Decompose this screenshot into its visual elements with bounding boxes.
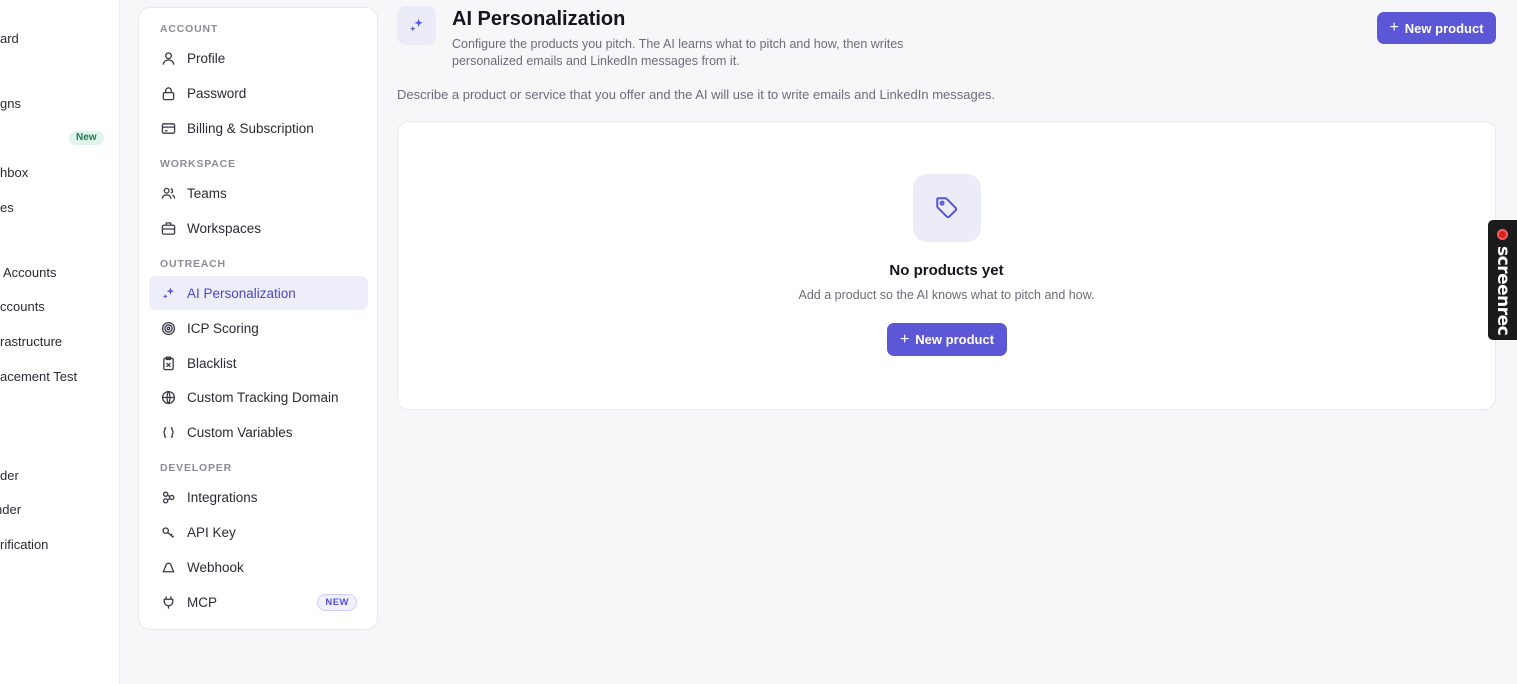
lock-icon — [160, 85, 176, 101]
menu-item-label: Workspaces — [187, 220, 262, 236]
menu-item-mcp[interactable]: MCP NEW — [149, 585, 368, 619]
menu-item-label: Billing & Subscription — [187, 120, 314, 136]
section-label-outreach: OUTREACH — [160, 258, 226, 270]
sparkles-icon — [397, 6, 436, 45]
settings-menu: ACCOUNT Profile Password Billing & Subsc… — [138, 7, 378, 630]
menu-item-icp-scoring[interactable]: ICP Scoring — [149, 311, 368, 345]
sparkles-icon — [160, 285, 176, 301]
menu-item-label: Profile — [187, 50, 226, 66]
menu-item-teams[interactable]: Teams — [149, 176, 368, 210]
webhook-icon — [160, 559, 176, 575]
app-nav-item[interactable]: nder — [0, 502, 119, 520]
app-nav-label: rification — [0, 537, 49, 552]
menu-item-webhook[interactable]: Webhook — [149, 550, 368, 584]
menu-item-label: ICP Scoring — [187, 320, 259, 336]
menu-item-blacklist[interactable]: Blacklist — [149, 346, 368, 380]
globe-icon — [160, 389, 176, 405]
menu-item-label: Teams — [187, 185, 227, 201]
section-label-workspace: WORKSPACE — [160, 158, 236, 170]
page-title: AI Personalization — [452, 8, 626, 30]
page-subtitle: Configure the products you pitch. The AI… — [452, 37, 904, 68]
user-icon — [160, 50, 176, 66]
app-nav-item[interactable]: es — [0, 200, 119, 218]
plus-icon: + — [899, 330, 910, 348]
app-nav-item[interactable]: ard — [0, 31, 119, 49]
app-sidebar: ard gns New hbox es Accounts ccounts ras… — [0, 0, 120, 684]
new-badge: NEW — [317, 594, 357, 611]
menu-item-password[interactable]: Password — [149, 76, 368, 110]
empty-state-text: Add a product so the AI knows what to pi… — [798, 288, 1095, 302]
menu-item-label: Integrations — [187, 489, 258, 505]
app-nav-item[interactable]: ccounts — [0, 299, 119, 317]
menu-item-billing[interactable]: Billing & Subscription — [149, 111, 368, 145]
menu-item-profile[interactable]: Profile — [149, 41, 368, 75]
menu-item-label: Webhook — [187, 559, 244, 575]
app-nav-label: rastructure — [0, 334, 63, 349]
app-nav-item[interactable]: rification — [0, 537, 119, 555]
users-icon — [160, 185, 176, 201]
plug-icon — [160, 594, 176, 610]
credit-card-icon — [160, 120, 176, 136]
app-nav-item[interactable]: acement Test — [0, 369, 119, 387]
new-product-label: New product — [915, 332, 995, 347]
menu-item-label: MCP — [187, 594, 217, 610]
empty-state-new-product-button[interactable]: + New product — [887, 323, 1007, 356]
new-badge: New — [69, 131, 104, 145]
tag-icon — [913, 174, 981, 242]
briefcase-icon — [160, 220, 176, 236]
app-nav-item[interactable]: hbox — [0, 165, 119, 183]
clipboard-x-icon — [160, 355, 176, 371]
section-label-developer: DEVELOPER — [160, 462, 232, 474]
app-nav-item[interactable]: der — [0, 468, 119, 486]
app-nav-item[interactable]: rastructure — [0, 334, 119, 352]
menu-item-label: Custom Variables — [187, 424, 293, 440]
braces-icon — [160, 424, 176, 440]
empty-state-title: No products yet — [889, 262, 1004, 279]
new-product-button[interactable]: + New product — [1377, 12, 1496, 44]
app-nav-label: Accounts — [3, 265, 57, 280]
app-nav-label: es — [0, 200, 14, 215]
menu-item-label: Blacklist — [187, 355, 237, 371]
menu-item-ai-personalization[interactable]: AI Personalization — [149, 276, 368, 310]
integrations-icon — [160, 489, 176, 505]
menu-item-label: AI Personalization — [187, 285, 296, 301]
menu-item-label: API Key — [187, 524, 236, 540]
empty-state-card: No products yet Add a product so the AI … — [397, 121, 1496, 410]
app-nav-label: gns — [0, 96, 21, 111]
section-label-account: ACCOUNT — [160, 23, 219, 35]
new-product-label: New product — [1404, 20, 1484, 36]
menu-item-integrations[interactable]: Integrations — [149, 480, 368, 514]
plus-icon: + — [1389, 19, 1399, 36]
target-icon — [160, 320, 176, 336]
page-description: Describe a product or service that you o… — [397, 87, 996, 102]
menu-item-api-key[interactable]: API Key — [149, 515, 368, 549]
app-nav-label: acement Test — [0, 369, 78, 384]
app-nav-label: ccounts — [0, 299, 45, 314]
menu-item-workspaces[interactable]: Workspaces — [149, 211, 368, 245]
menu-item-custom-variables[interactable]: Custom Variables — [149, 415, 368, 449]
app-nav-label: ard — [0, 31, 19, 46]
app-nav-label: der — [0, 468, 19, 483]
screen-recorder-label: screenrec — [1493, 246, 1513, 336]
screen-recorder-tab[interactable]: screenrec — [1488, 220, 1517, 340]
menu-item-label: Password — [187, 85, 247, 101]
menu-item-custom-tracking-domain[interactable]: Custom Tracking Domain — [149, 380, 368, 414]
app-nav-label: hbox — [0, 165, 29, 180]
app-nav-item[interactable]: gns — [0, 96, 119, 114]
app-nav-label: nder — [0, 502, 22, 517]
key-icon — [160, 524, 176, 540]
app-nav-item[interactable]: Accounts — [0, 265, 119, 283]
menu-item-label: Custom Tracking Domain — [187, 389, 339, 405]
record-icon — [1497, 229, 1508, 240]
